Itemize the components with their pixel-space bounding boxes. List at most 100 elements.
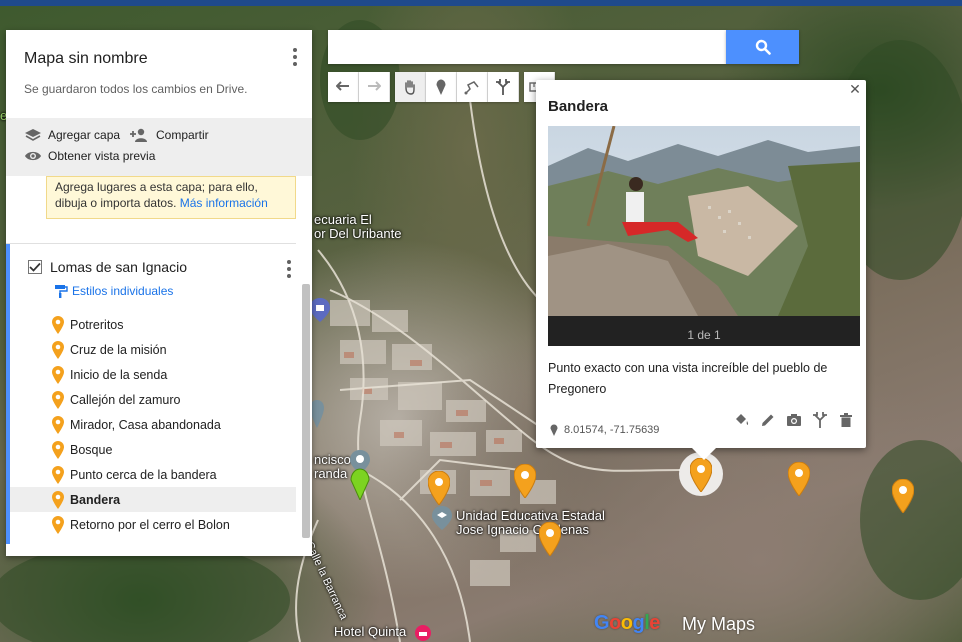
layer-visibility-checkbox[interactable] — [28, 260, 42, 274]
style-button[interactable] — [734, 412, 750, 428]
place-marker-icon — [52, 465, 64, 484]
map-label: randa — [314, 466, 348, 481]
place-description[interactable]: Punto exacto con una vista increíble del… — [548, 358, 854, 400]
layer-lomas-de-san-ignacio: Lomas de san Ignacio Estilos individuale… — [6, 244, 312, 544]
hand-icon — [405, 80, 415, 95]
layer-options-menu-icon[interactable] — [286, 260, 292, 278]
my-maps-logo: My Maps — [682, 614, 756, 634]
marker-icon — [436, 79, 446, 95]
place-info-window: ✕ Bandera 1 de 1 Punto exacto con una vi… — [536, 80, 866, 460]
place-marker-icon[interactable] — [788, 462, 810, 496]
map-label: ecuaria El — [314, 212, 372, 227]
place-item[interactable]: Bandera — [10, 487, 296, 512]
add-person-icon — [130, 128, 147, 142]
panel-actions: Agregar capa Compartir Obtener vista pre… — [6, 118, 312, 176]
individual-styles-label: Estilos individuales — [72, 284, 174, 298]
panel-header: Mapa sin nombre Se guardaron todos los c… — [6, 30, 312, 118]
place-marker-icon[interactable] — [539, 522, 561, 556]
save-status: Se guardaron todos los cambios en Drive. — [24, 82, 248, 96]
panel-scrollbar[interactable] — [302, 284, 310, 538]
directions-icon — [813, 412, 827, 428]
coordinates-text: 8.01574, -71.75639 — [564, 424, 660, 436]
place-marker-icon — [52, 490, 64, 509]
draw-line-icon — [464, 81, 479, 95]
map-options-menu-icon[interactable] — [292, 48, 298, 66]
layer-header: Lomas de san Ignacio — [10, 256, 312, 278]
landscape-photo-image — [548, 126, 860, 346]
place-photo[interactable]: 1 de 1 — [548, 126, 860, 346]
empty-layer-notice: Agrega lugares a esta capa; para ello, d… — [46, 176, 296, 219]
close-icon[interactable]: ✕ — [848, 82, 862, 96]
directions-icon — [496, 79, 510, 95]
place-label: Callejón del zamuro — [70, 392, 181, 407]
paint-roller-icon — [55, 285, 68, 298]
poi-school-icon[interactable] — [432, 506, 452, 530]
undo-button[interactable] — [328, 72, 359, 102]
preview-label: Obtener vista previa — [48, 149, 156, 163]
place-title: Bandera — [548, 98, 609, 115]
directions-to-here-button[interactable] — [812, 412, 828, 428]
selected-place-marker-icon[interactable] — [690, 458, 712, 492]
add-layer-label: Agregar capa — [48, 128, 121, 142]
place-coordinates: 8.01574, -71.75639 — [550, 424, 659, 436]
place-item[interactable]: Bosque — [10, 437, 296, 462]
place-marker-icon — [52, 365, 64, 384]
place-marker-icon — [52, 315, 64, 334]
place-item[interactable]: Retorno por el cerro el Bolon — [10, 512, 296, 537]
redo-button[interactable] — [359, 72, 390, 102]
directions-button[interactable] — [488, 72, 519, 102]
place-marker-icon — [52, 440, 64, 459]
place-marker-icon[interactable] — [892, 479, 914, 513]
place-label: Bandera — [70, 492, 121, 507]
map-label: Jose Ignacio Cardenas — [456, 522, 589, 537]
share-button[interactable]: Compartir — [130, 128, 209, 142]
add-marker-button[interactable] — [426, 72, 457, 102]
map-label: Unidad Educativa Estadal — [456, 508, 605, 523]
map-title[interactable]: Mapa sin nombre — [24, 50, 294, 68]
place-item[interactable]: Mirador, Casa abandonada — [10, 412, 296, 437]
place-marker-icon — [52, 390, 64, 409]
map-legend-panel: Mapa sin nombre Se guardaron todos los c… — [6, 30, 312, 556]
pan-tool-button[interactable] — [395, 72, 426, 102]
poi-icon[interactable] — [310, 400, 324, 428]
place-item[interactable]: Cruz de la misión — [10, 337, 296, 362]
delete-button[interactable] — [838, 412, 854, 428]
place-label: Punto cerca de la bandera — [70, 467, 217, 482]
top-edge-bar — [0, 0, 962, 6]
redo-icon — [368, 81, 381, 91]
place-label: Mirador, Casa abandonada — [70, 417, 221, 432]
draw-line-button[interactable] — [457, 72, 488, 102]
place-item[interactable]: Punto cerca de la bandera — [10, 462, 296, 487]
poi-school-icon[interactable] — [310, 298, 330, 322]
undo-icon — [336, 81, 349, 91]
add-layer-button[interactable]: Agregar capa — [24, 128, 120, 142]
search-button[interactable] — [726, 30, 799, 64]
share-label: Compartir — [156, 128, 209, 142]
search-icon — [755, 39, 771, 55]
place-item[interactable]: Callejón del zamuro — [10, 387, 296, 412]
place-marker-icon[interactable] — [428, 471, 450, 505]
place-marker-icon — [52, 340, 64, 359]
place-actions — [734, 412, 854, 428]
hotel-icon[interactable] — [414, 624, 432, 642]
map-label: Hotel Quinta — [334, 624, 407, 639]
google-logo: Google — [594, 612, 660, 634]
place-marker-icon[interactable] — [514, 464, 536, 498]
individual-styles-link[interactable]: Estilos individuales — [10, 282, 312, 300]
layer-name[interactable]: Lomas de san Ignacio — [50, 259, 187, 275]
checkmark-icon — [29, 262, 41, 272]
map-label: ncisco — [314, 452, 351, 467]
learn-more-link[interactable]: Más información — [180, 196, 268, 210]
location-pin-icon — [550, 424, 558, 436]
place-item[interactable]: Inicio de la senda — [10, 362, 296, 387]
add-photo-button[interactable] — [786, 412, 802, 428]
place-label: Potreritos — [70, 317, 124, 332]
green-marker-icon[interactable] — [350, 468, 370, 500]
place-label: Cruz de la misión — [70, 342, 167, 357]
eye-icon — [25, 151, 41, 161]
search-input[interactable] — [328, 30, 726, 64]
edit-button[interactable] — [760, 412, 776, 428]
preview-button[interactable]: Obtener vista previa — [24, 149, 155, 163]
place-item[interactable]: Potreritos — [10, 312, 296, 337]
place-marker-icon — [52, 515, 64, 534]
